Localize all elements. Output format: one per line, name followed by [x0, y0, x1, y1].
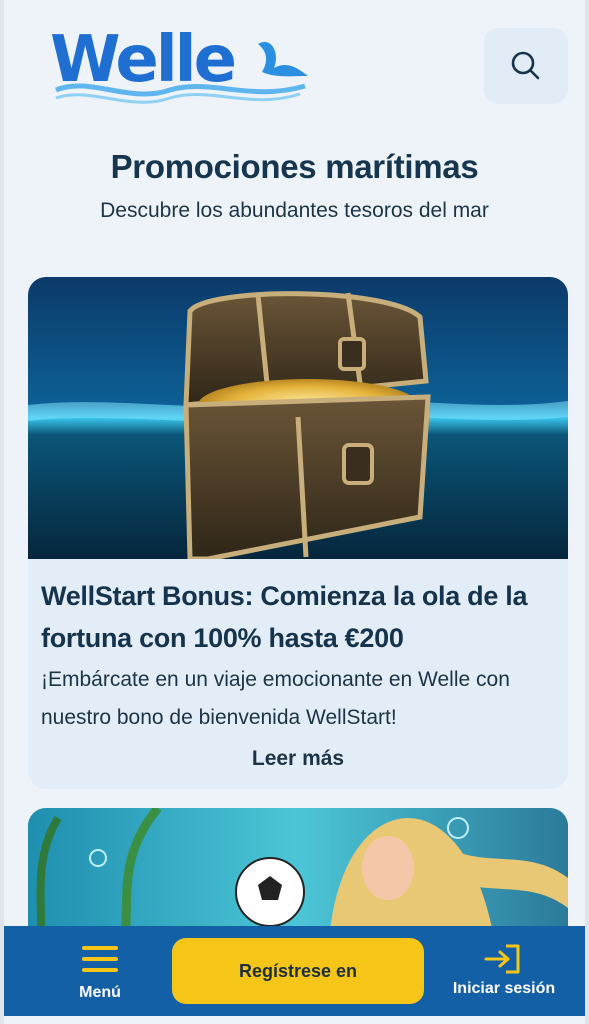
promo-description: ¡Embárcate en un viaje emocionante en We…: [41, 668, 510, 729]
login-label: Iniciar sesión: [452, 980, 556, 997]
search-icon: [511, 51, 540, 80]
welle-logo[interactable]: Welle: [50, 23, 310, 104]
search-button[interactable]: [484, 28, 568, 104]
page: Welle Promociones marítimas Descubre los…: [4, 0, 585, 1024]
promo-title: WellStart Bonus: Comienza la ola de la f…: [41, 581, 528, 653]
page-subtitle: Descubre los abundantes tesoros del mar: [100, 199, 489, 222]
read-more-link[interactable]: Leer más: [28, 747, 568, 771]
hamburger-icon: [82, 946, 118, 972]
bottom-navigation: Menú Regístrese en Iniciar sesión: [4, 926, 585, 1016]
promo-card[interactable]: WellStart Bonus: Comienza la ola de la f…: [28, 277, 568, 789]
menu-button[interactable]: Menú: [60, 940, 140, 1010]
header: Welle: [4, 0, 585, 120]
menu-label: Menú: [79, 984, 121, 1001]
login-button[interactable]: Iniciar sesión: [444, 940, 564, 1010]
page-title: Promociones marítimas: [110, 148, 479, 185]
login-icon: [484, 944, 520, 974]
treasure-chest-image: [28, 277, 568, 559]
register-button[interactable]: Regístrese en: [172, 938, 424, 1004]
logo-text: Welle: [50, 23, 237, 97]
